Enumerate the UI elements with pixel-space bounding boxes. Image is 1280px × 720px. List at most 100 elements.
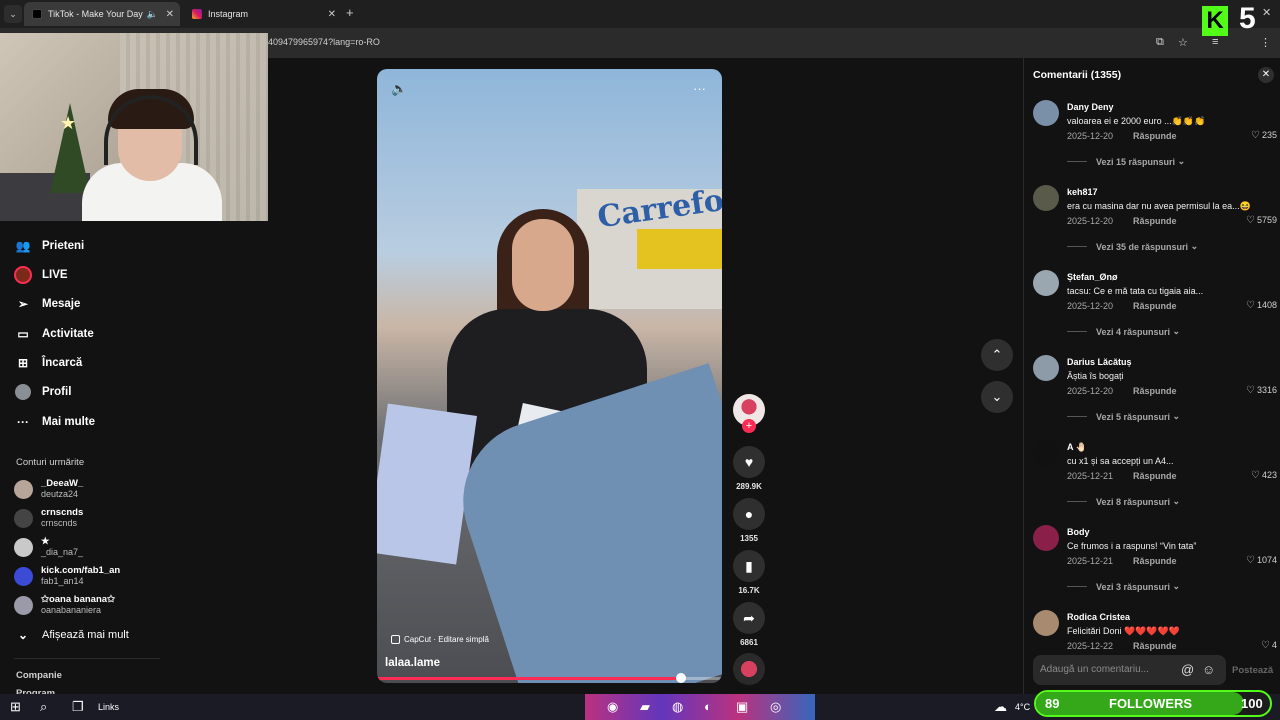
comment-like-button[interactable]: ♡ 423 [1251, 470, 1277, 481]
account-name: ✩oana banana✩ [41, 594, 115, 605]
obs-icon[interactable]: ◎ [770, 699, 781, 715]
bookmark-star-icon[interactable]: ☆ [1178, 36, 1188, 49]
reply-button[interactable]: Răspunde [1133, 216, 1177, 226]
sidebar-item-mesaje[interactable]: ➢ Mesaje [14, 295, 80, 313]
next-video-button[interactable]: ⌄ [981, 381, 1013, 413]
reply-button[interactable]: Răspunde [1133, 471, 1177, 481]
windows-start-icon[interactable]: ⊞ [10, 699, 21, 715]
task-view-icon[interactable]: ❐ [72, 699, 84, 715]
view-replies-button[interactable]: Vezi 8 răspunsuri ⌄ [1067, 496, 1180, 507]
tab-instagram[interactable]: Instagram ✕ [184, 2, 342, 26]
avatar[interactable] [1033, 355, 1059, 381]
following-account[interactable]: ✩oana banana✩ oanabananiera [14, 594, 115, 616]
save-button[interactable]: ▮ [733, 550, 765, 582]
tab-audio-icon[interactable]: 🔈 [147, 9, 158, 20]
avatar[interactable] [1033, 270, 1059, 296]
sidebar-item-mai-multe[interactable]: ··· Mai multe [14, 413, 95, 431]
comment-like-button[interactable]: ♡ 4 [1261, 640, 1277, 651]
comment-username[interactable]: Darius Lăcătuș [1067, 357, 1132, 367]
reply-button[interactable]: Răspunde [1133, 386, 1177, 396]
volume-icon[interactable]: 🔈 [391, 81, 407, 97]
discord-icon[interactable]: ◍ [672, 699, 683, 715]
links-toolbar[interactable]: Links [98, 702, 119, 712]
emoji-icon[interactable]: ☺ [1202, 662, 1215, 677]
comment-username[interactable]: Ștefan_Ønø [1067, 272, 1118, 282]
reply-button[interactable]: Răspunde [1133, 556, 1177, 566]
avatar[interactable] [1033, 100, 1059, 126]
view-replies-button[interactable]: Vezi 3 răspunsuri ⌄ [1067, 581, 1180, 592]
comment-date: 2025-12-21 [1067, 556, 1114, 566]
music-disc-icon[interactable] [733, 653, 765, 685]
comment-username[interactable]: Rodica Cristea [1067, 612, 1130, 622]
sidebar-item-live[interactable]: LIVE [14, 266, 68, 284]
steam-icon[interactable]: ◐ [704, 699, 712, 714]
progress-handle[interactable] [675, 673, 686, 683]
media-controls-icon[interactable]: ≡ [1212, 36, 1218, 48]
comment-username[interactable]: keh817 [1067, 187, 1098, 197]
search-icon[interactable]: ⌕ [40, 699, 47, 715]
new-tab-button[interactable]: + [346, 5, 354, 20]
capcut-tag[interactable]: CapCut · Editare simplă [391, 635, 489, 644]
video-player[interactable]: Carrefour 🔈 ··· CapCut · Editare simplă … [377, 69, 722, 683]
comment-username[interactable]: Dany Deny [1067, 102, 1114, 112]
reply-button[interactable]: Răspunde [1133, 301, 1177, 311]
sidebar-item-activitate[interactable]: ▭ Activitate [14, 325, 93, 343]
chevron-down-icon: ⌄ [991, 389, 1003, 404]
comment-button[interactable]: ● [733, 498, 765, 530]
following-account[interactable]: ★ _dia_na7_ [14, 536, 83, 558]
comment-like-button[interactable]: ♡ 235 [1251, 130, 1277, 141]
avatar[interactable] [1033, 525, 1059, 551]
comment-username[interactable]: Body [1067, 527, 1090, 537]
view-replies-button[interactable]: Vezi 4 răspunsuri ⌄ [1067, 326, 1180, 337]
browser-menu-icon[interactable]: ⋮ [1260, 36, 1271, 49]
install-app-icon[interactable]: ⧉ [1156, 36, 1164, 49]
comment-like-button[interactable]: ♡ 1074 [1246, 555, 1277, 566]
url-text[interactable]: 409479965974?lang=ro-RO [268, 37, 380, 47]
post-comment-button[interactable]: Postează [1232, 665, 1273, 676]
following-account[interactable]: _DeeaW_ deutza24 [14, 478, 83, 500]
tab-search-button[interactable]: ⌄ [4, 5, 22, 23]
mention-icon[interactable]: @ [1181, 662, 1194, 677]
tab-close-icon[interactable]: ✕ [166, 9, 174, 20]
chevron-down-icon: ⌄ [17, 628, 29, 642]
close-comments-button[interactable]: ✕ [1258, 67, 1274, 83]
show-more-button[interactable]: ⌄ Afișează mai mult [14, 626, 129, 644]
comment-input[interactable]: Adaugă un comentariu... [1033, 655, 1226, 685]
reply-button[interactable]: Răspunde [1133, 641, 1177, 651]
like-button[interactable]: ♥ [733, 446, 765, 478]
view-replies-button[interactable]: Vezi 15 răspunsuri ⌄ [1067, 156, 1185, 167]
chrome-icon[interactable]: ◉ [607, 699, 618, 715]
following-account[interactable]: kick.com/fab1_an fab1_an14 [14, 565, 120, 587]
company-link[interactable]: Companie [16, 670, 62, 681]
avatar[interactable] [1033, 440, 1059, 466]
video-progress-bar[interactable] [377, 673, 722, 683]
comment-text: Ăștia îs bogați [1067, 371, 1124, 381]
sidebar-item-incarca[interactable]: ⊞ Încarcă [14, 354, 82, 372]
avatar[interactable] [1033, 610, 1059, 636]
view-replies-button[interactable]: Vezi 35 de răspunsuri ⌄ [1067, 241, 1198, 252]
reply-button[interactable]: Răspunde [1133, 131, 1177, 141]
folder-icon[interactable]: ▰ [640, 699, 650, 715]
comment-like-button[interactable]: ♡ 3316 [1246, 385, 1277, 396]
tab-tiktok[interactable]: TikTok - Make Your Day 🔈 ✕ [24, 2, 180, 26]
window-close-icon[interactable]: ✕ [1262, 6, 1271, 19]
comment-like-button[interactable]: ♡ 1408 [1246, 300, 1277, 311]
comment-like-count: 4 [1271, 640, 1277, 650]
avatar[interactable] [1033, 185, 1059, 211]
tab-close-icon[interactable]: ✕ [328, 9, 336, 20]
app-icon[interactable]: ▣ [736, 699, 748, 715]
viewer-number: 5 [1239, 2, 1256, 35]
share-button[interactable]: ➦ [733, 602, 765, 634]
following-account[interactable]: crnscnds crnscnds [14, 507, 83, 529]
previous-video-button[interactable]: ⌃ [981, 339, 1013, 371]
view-replies-button[interactable]: Vezi 5 răspunsuri ⌄ [1067, 411, 1180, 422]
account-name: _DeeaW_ [41, 478, 84, 489]
video-username[interactable]: lalaa.lame [385, 657, 440, 669]
sidebar-item-profil[interactable]: Profil [14, 383, 71, 401]
sidebar-item-prieteni[interactable]: 👥 Prieteni [14, 237, 85, 255]
follow-plus-icon[interactable]: + [742, 419, 756, 433]
more-options-icon[interactable]: ··· [693, 81, 706, 96]
comment-username[interactable]: A 🤚🏻 [1067, 442, 1087, 453]
comments-panel: Comentarii (1355) ✕ Dany Deny valoarea ei… [1023, 58, 1280, 694]
comment-like-button[interactable]: ♡ 5759 [1246, 215, 1277, 226]
